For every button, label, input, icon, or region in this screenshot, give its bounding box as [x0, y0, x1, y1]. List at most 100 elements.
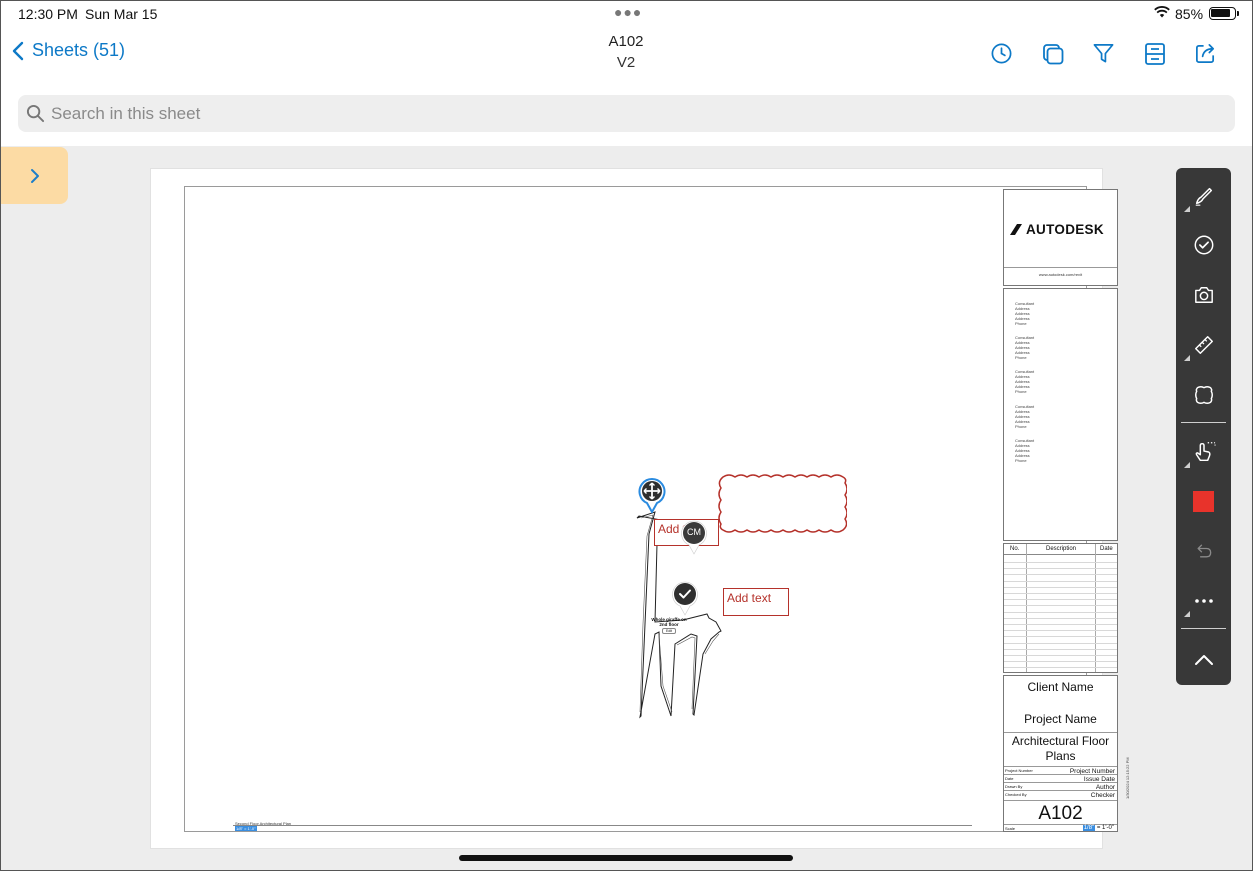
revision-row-line [1004, 661, 1117, 663]
consultant-entry: Consultant Address Address Address Phone [1015, 438, 1035, 463]
move-handle-pin[interactable] [638, 477, 666, 518]
revision-row-line [1004, 648, 1117, 650]
consultant-entry: Consultant Address Address Address Phone [1015, 404, 1035, 429]
rev-column-divider [1026, 544, 1027, 672]
pen-tool[interactable] [1176, 174, 1231, 218]
revision-row-line [1004, 580, 1117, 582]
measure-tool[interactable] [1176, 323, 1231, 367]
select-tool[interactable] [1176, 430, 1231, 474]
wifi-icon [1154, 5, 1170, 21]
status-time: 12:30 PM [18, 6, 78, 22]
cloud-markup[interactable] [715, 473, 847, 533]
rev-header-date: Date [1100, 546, 1113, 552]
tool-options-indicator [1184, 206, 1190, 212]
history-icon[interactable] [976, 42, 1027, 68]
sheet-title-text: A102 [608, 33, 644, 50]
tool-options-indicator [1184, 611, 1190, 617]
revision-row-line [1004, 636, 1117, 638]
drawing-edit-tag[interactable]: Edit [662, 628, 677, 634]
revision-row-line [1004, 611, 1117, 613]
back-button-label: Sheets (51) [32, 40, 126, 60]
more-icon [1194, 599, 1213, 603]
revision-row-line [1004, 617, 1117, 619]
back-button[interactable]: Sheets (51) [12, 40, 125, 61]
revision-row-line [1004, 593, 1117, 594]
search-input[interactable] [51, 103, 1151, 124]
view-scale: 1/8" = 1'-0" [235, 826, 257, 831]
logo-text: AUTODESK [1026, 222, 1104, 237]
share-icon[interactable] [1180, 42, 1231, 68]
revision-row-line [1004, 630, 1117, 632]
scale-label: Scale [1005, 826, 1016, 831]
scale-row: Scale 1/8" = 1'-0" [1004, 824, 1117, 833]
view-title-line [233, 825, 972, 826]
chevron-right-icon [30, 168, 39, 183]
undo-icon [1197, 544, 1211, 558]
color-picker[interactable] [1176, 479, 1231, 523]
revision-row-line [1004, 642, 1117, 644]
cloud-shape-icon [1194, 386, 1213, 404]
sheet-version: V2 [616, 54, 636, 71]
revision-row-line [1004, 586, 1117, 588]
revision-row-line [1004, 574, 1117, 576]
pen-icon [1195, 187, 1212, 206]
issue-tool[interactable] [1176, 223, 1231, 267]
title-block-logo: AUTODESK www.autodesk.com/revit [1003, 189, 1118, 286]
markup-toolbar [1176, 168, 1231, 685]
client-name: Client Name [1027, 680, 1094, 694]
ruler-icon [1194, 336, 1213, 354]
filter-icon[interactable] [1078, 42, 1129, 68]
revision-row-line [1004, 562, 1117, 563]
layers-icon[interactable] [1027, 42, 1078, 68]
cloud-tool[interactable] [1176, 373, 1231, 417]
tool-options-indicator [1184, 355, 1190, 361]
toolbar-divider [1181, 422, 1226, 423]
info-row: Checked By Checker [1004, 790, 1117, 799]
nav-actions [976, 42, 1231, 68]
view-title: Second Floor Architectural Plan 1/8" = 1… [235, 821, 291, 831]
revision-row-line [1004, 599, 1117, 601]
drawing-title: Architectural Floor Plans [1004, 732, 1117, 764]
rev-header-description: Description [1046, 546, 1077, 552]
status-bar: 12:30 PM Sun Mar 15 ●●● 85% [0, 0, 1253, 28]
touch-select-icon [1195, 442, 1216, 462]
toolbar-divider [1181, 628, 1226, 629]
undo-button[interactable] [1176, 529, 1231, 573]
consultant-entry: Consultant Address Address Address Phone [1015, 369, 1035, 394]
chevron-up-icon [1194, 655, 1213, 665]
photo-tool[interactable] [1176, 273, 1231, 317]
checkmark-icon [1194, 235, 1213, 255]
battery-icon [1209, 7, 1239, 20]
color-swatch [1193, 490, 1214, 512]
sheet-number: A102 [1004, 800, 1117, 825]
revision-row-line [1004, 655, 1117, 656]
multitasking-dots-icon[interactable]: ●●● [614, 4, 642, 20]
more-tools-button[interactable] [1176, 579, 1231, 623]
text-markup-2-label: Add text [727, 591, 772, 605]
side-panel-toggle[interactable] [1, 147, 68, 204]
revision-row-line [1004, 568, 1117, 570]
navigation-bar: Sheets (51) A102 V2 [0, 28, 1253, 86]
collapse-toolbar-button[interactable] [1176, 638, 1231, 682]
home-indicator[interactable] [459, 855, 793, 861]
issue-pin[interactable] [671, 580, 699, 621]
project-info-block: Client Name Project Name Architectural F… [1003, 675, 1118, 832]
autodesk-logo: AUTODESK [1010, 222, 1104, 237]
project-name: Project Name [1024, 712, 1097, 726]
search-bar[interactable] [18, 95, 1235, 132]
consultant-entry: Consultant Address Address Address Phone [1015, 301, 1035, 326]
comment-initials: CM [687, 527, 701, 537]
drawing-sheet[interactable]: AUTODESK www.autodesk.com/revit Consulta… [150, 168, 1130, 849]
revision-table: No. Description Date [1003, 543, 1118, 673]
logo-url: www.autodesk.com/revit [1004, 267, 1117, 283]
revision-row-line [1004, 605, 1117, 607]
plot-timestamp: 1/30/2024 12:15:22 PM [1125, 757, 1130, 799]
camera-icon [1194, 287, 1213, 303]
comment-pin[interactable]: CM [680, 519, 708, 560]
text-markup-2[interactable]: Add text [723, 588, 789, 616]
revision-row-line [1004, 624, 1117, 625]
revision-row-line [1004, 667, 1117, 669]
rev-column-divider [1095, 544, 1096, 672]
sheet-details-icon[interactable] [1129, 42, 1180, 68]
search-icon [26, 104, 45, 123]
